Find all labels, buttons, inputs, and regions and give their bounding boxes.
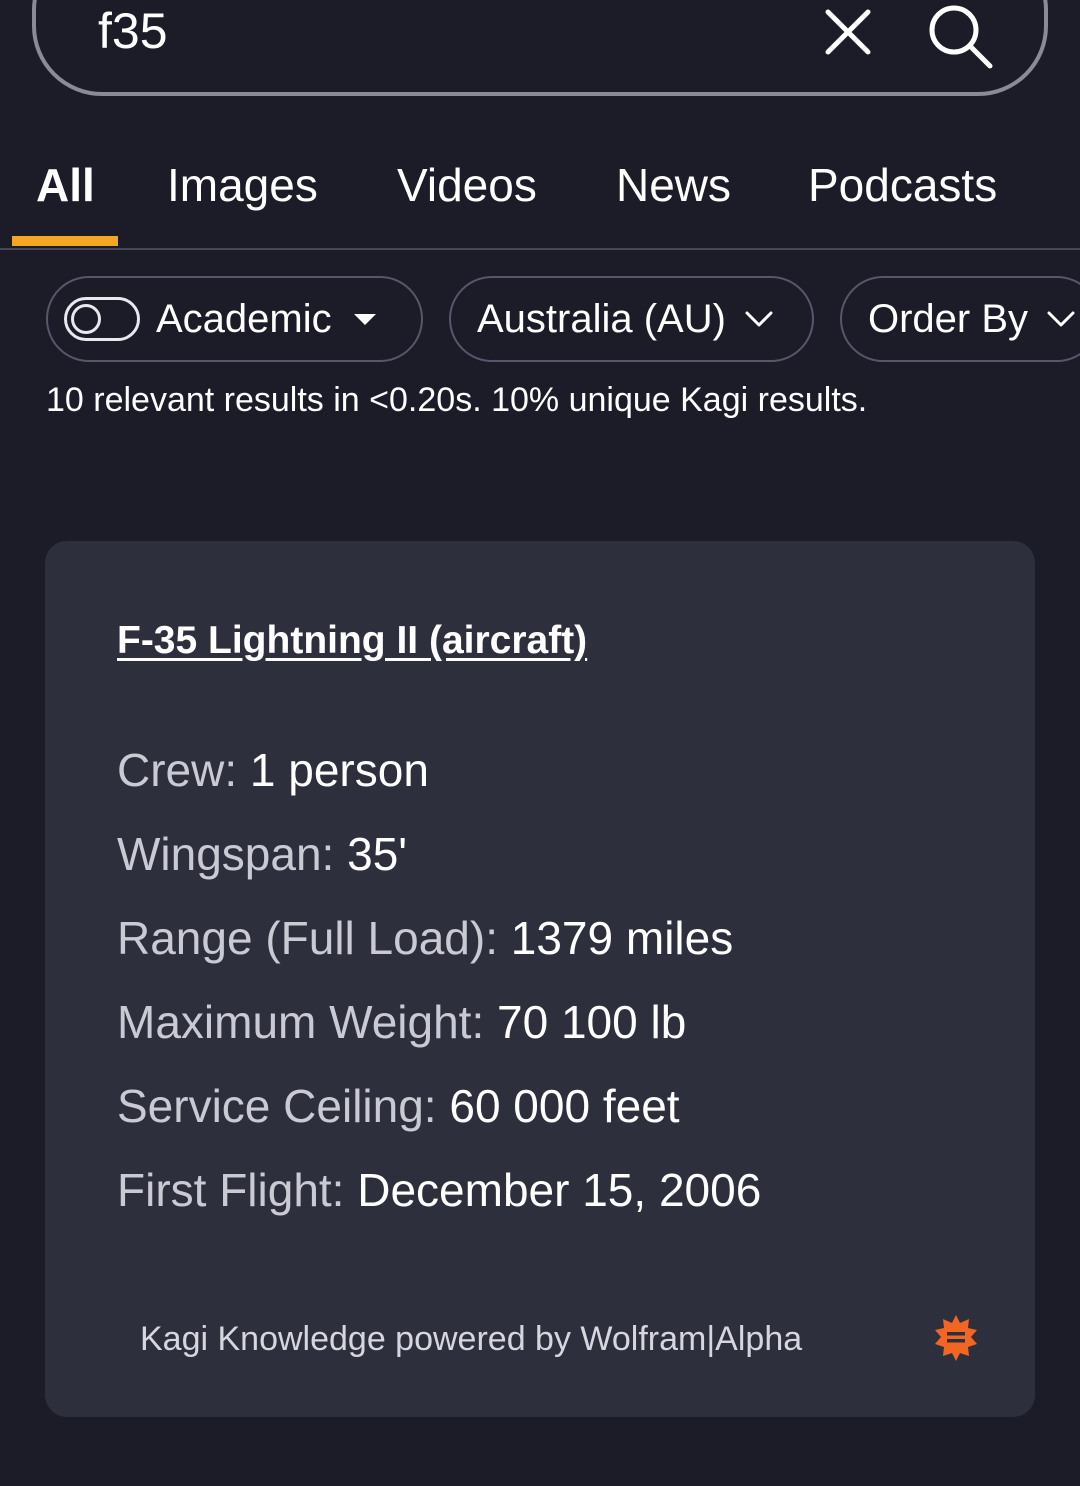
fact-value: 35' [347,828,408,880]
academic-filter[interactable]: Academic [46,276,423,362]
knowledge-card: F-35 Lightning II (aircraft) Crew: 1 per… [45,541,1035,1417]
order-by-filter[interactable]: Order By [840,276,1080,362]
caret-down-icon [353,313,376,325]
tab-videos[interactable]: Videos [397,162,537,208]
fact-value: 60 000 feet [449,1080,680,1132]
fact-key: Crew: [117,744,238,796]
chevron-down-icon [1047,311,1075,327]
search-bar[interactable]: f35 [32,0,1048,96]
fact-value: 70 100 lb [497,996,687,1048]
fact-key: Range (Full Load): [117,912,498,964]
page: f35 All Images Videos News Podcasts Acad… [0,0,1080,1486]
fact-value: 1379 miles [510,912,734,964]
search-tabs: All Images Videos News Podcasts [0,140,1080,250]
fact-key: Service Ceiling: [117,1080,437,1132]
fact-max-weight: Maximum Weight: 70 100 lb [117,999,686,1045]
tab-all[interactable]: All [36,162,95,208]
fact-first-flight: First Flight: December 15, 2006 [117,1167,761,1213]
fact-service-ceiling: Service Ceiling: 60 000 feet [117,1083,680,1129]
tab-podcasts[interactable]: Podcasts [808,162,997,208]
knowledge-title-link[interactable]: F-35 Lightning II (aircraft) [117,621,587,660]
tab-images[interactable]: Images [167,162,318,208]
tab-news[interactable]: News [616,162,731,208]
results-stats: 10 relevant results in <0.20s. 10% uniqu… [46,381,868,419]
fact-key: Maximum Weight: [117,996,485,1048]
academic-toggle[interactable] [64,297,140,341]
knowledge-attribution: Kagi Knowledge powered by Wolfram|Alpha [140,1320,803,1358]
chevron-down-icon [745,311,773,327]
fact-crew: Crew: 1 person [117,747,429,793]
order-by-filter-label: Order By [868,297,1029,341]
fact-value: 1 person [249,744,429,796]
search-icon[interactable] [926,2,996,72]
search-input[interactable]: f35 [98,6,168,56]
close-icon[interactable] [820,4,876,60]
academic-filter-label: Academic [156,297,332,341]
wolfram-alpha-icon[interactable] [931,1313,981,1363]
fact-key: Wingspan: [117,828,335,880]
fact-wingspan: Wingspan: 35' [117,831,407,877]
toggle-knob [71,304,101,334]
fact-value: December 15, 2006 [357,1164,762,1216]
fact-key: First Flight: [117,1164,345,1216]
region-filter[interactable]: Australia (AU) [449,276,814,362]
region-filter-label: Australia (AU) [477,297,726,341]
active-tab-indicator [12,236,118,246]
fact-range: Range (Full Load): 1379 miles [117,915,733,961]
